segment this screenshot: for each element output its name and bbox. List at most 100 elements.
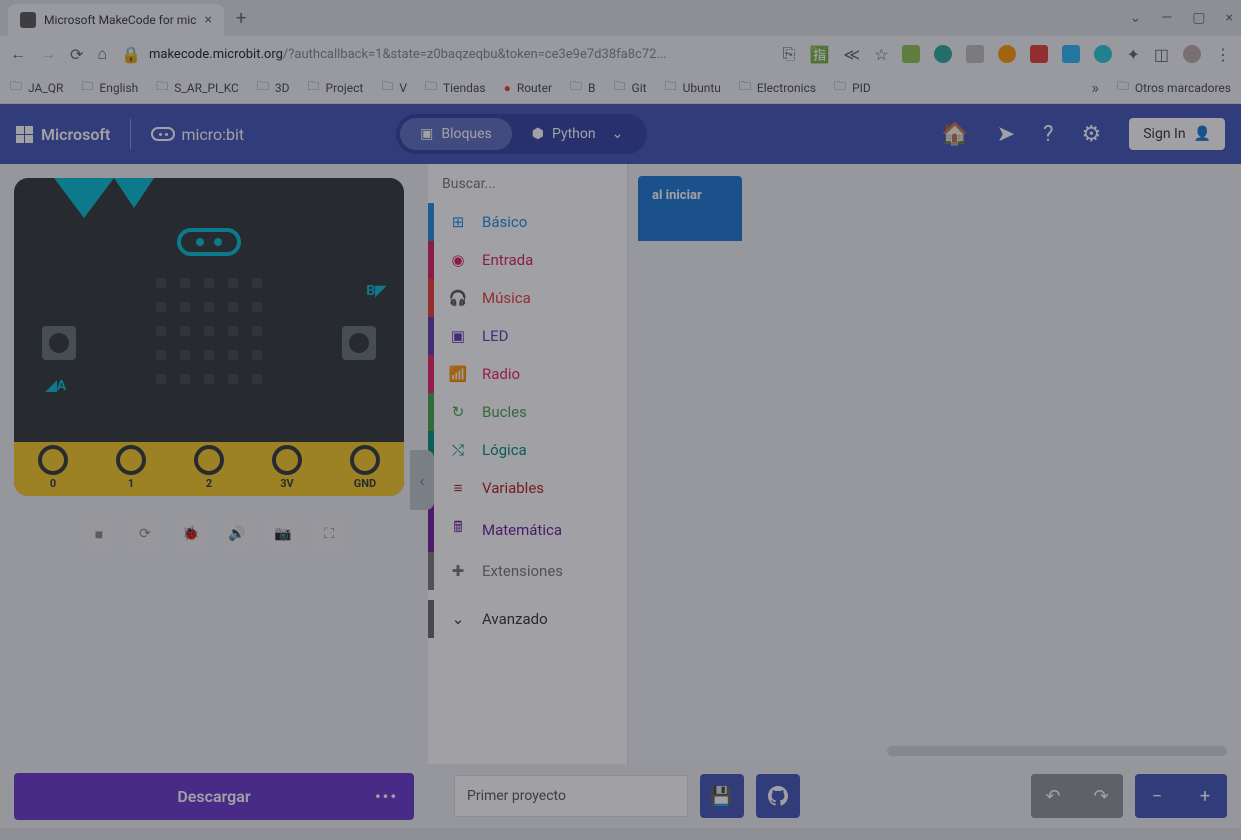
undo-button[interactable]: ↶ bbox=[1031, 774, 1075, 818]
side-panel-icon[interactable]: ◫ bbox=[1154, 45, 1169, 64]
help-icon[interactable]: ? bbox=[1043, 122, 1053, 147]
browser-tab-strip: Microsoft MakeCode for mic × + ⌄ — ▢ × bbox=[0, 0, 1241, 36]
bookmark-b[interactable]: 🗀B bbox=[570, 77, 596, 98]
pin-0[interactable]: 0 bbox=[38, 445, 68, 490]
download-button[interactable]: Descargar ••• bbox=[14, 773, 414, 820]
category-básico[interactable]: ⊞Básico bbox=[428, 203, 627, 241]
category-avanzado[interactable]: ⌄Avanzado bbox=[428, 600, 627, 638]
github-button[interactable] bbox=[756, 774, 800, 818]
bookmark-v[interactable]: 🗀V bbox=[381, 77, 407, 98]
share-icon[interactable]: ➤ bbox=[997, 122, 1015, 147]
category-entrada[interactable]: ◉Entrada bbox=[428, 241, 627, 279]
pin-3v[interactable]: 3V bbox=[272, 445, 302, 490]
pin-1[interactable]: 1 bbox=[116, 445, 146, 490]
fullscreen-icon[interactable]: ⛶ bbox=[313, 518, 345, 550]
forward-button[interactable]: → bbox=[40, 44, 56, 64]
pin-gnd[interactable]: GND bbox=[350, 445, 380, 490]
category-icon: ⤭ bbox=[448, 441, 468, 459]
category-radio[interactable]: 📶Radio bbox=[428, 355, 627, 393]
sound-icon[interactable]: 🔊 bbox=[221, 518, 253, 550]
sim-button-a[interactable] bbox=[42, 326, 76, 360]
bookmark-english[interactable]: 🗀English bbox=[81, 77, 138, 98]
bookmark-sarpikc[interactable]: 🗀S_AR_PI_KC bbox=[156, 77, 239, 98]
minimize-button[interactable]: — bbox=[1161, 10, 1172, 26]
category-label: Variables bbox=[482, 479, 544, 497]
ext-icon-1[interactable] bbox=[902, 45, 920, 63]
ext-icon-2[interactable] bbox=[934, 45, 952, 63]
led-grid bbox=[156, 278, 262, 384]
project-name-input[interactable] bbox=[454, 775, 688, 817]
bookmark-pid[interactable]: 🗀PID bbox=[834, 77, 871, 98]
microbit-logo[interactable]: micro:bit bbox=[151, 125, 244, 144]
category-bucles[interactable]: ↻Bucles bbox=[428, 393, 627, 431]
bookmarks-overflow-icon[interactable]: » bbox=[1091, 78, 1099, 97]
url-box[interactable]: 🔒 makecode.microbit.org/?authcallback=1&… bbox=[121, 45, 769, 64]
other-bookmarks[interactable]: 🗀Otros marcadores bbox=[1117, 77, 1231, 98]
zoom-in-button[interactable]: + bbox=[1183, 774, 1227, 818]
profile-avatar[interactable] bbox=[1183, 45, 1201, 63]
folder-icon: 🗀 bbox=[381, 77, 393, 98]
bookmark-ubuntu[interactable]: 🗀Ubuntu bbox=[665, 77, 721, 98]
new-tab-button[interactable]: + bbox=[236, 8, 246, 29]
reload-button[interactable]: ⟳ bbox=[70, 45, 83, 64]
category-extensiones[interactable]: ✚Extensiones bbox=[428, 552, 627, 590]
snapshot-icon[interactable]: 📷 bbox=[267, 518, 299, 550]
save-button[interactable]: 💾 bbox=[700, 774, 744, 818]
microsoft-logo[interactable]: Microsoft bbox=[16, 125, 110, 144]
bookmark-electronics[interactable]: 🗀Electronics bbox=[739, 77, 816, 98]
search-input[interactable] bbox=[442, 176, 620, 192]
stop-icon[interactable]: ■ bbox=[83, 518, 115, 550]
workspace[interactable]: al iniciar bbox=[628, 164, 1241, 764]
bookmark-project[interactable]: 🗀Project bbox=[308, 77, 364, 98]
extensions-puzzle-icon[interactable]: ✦ bbox=[1126, 45, 1139, 64]
floating-number: 1 bbox=[615, 250, 629, 278]
sim-button-b[interactable] bbox=[342, 326, 376, 360]
ext-icon-3[interactable] bbox=[966, 45, 984, 63]
debug-icon[interactable]: 🐞 bbox=[175, 518, 207, 550]
signin-button[interactable]: Sign In 👤 bbox=[1129, 118, 1225, 150]
ext-icon-4[interactable] bbox=[998, 45, 1016, 63]
restart-icon[interactable]: ⟳ bbox=[129, 518, 161, 550]
category-variables[interactable]: ≡Variables bbox=[428, 469, 627, 507]
category-led[interactable]: ▣LED bbox=[428, 317, 627, 355]
close-window-button[interactable]: × bbox=[1226, 10, 1233, 26]
home-button[interactable]: ⌂ bbox=[97, 44, 107, 64]
tab-close-icon[interactable]: × bbox=[204, 12, 211, 28]
collapse-simulator-handle[interactable]: ‹ bbox=[410, 450, 434, 510]
bookmark-ja-qr[interactable]: 🗀JA_QR bbox=[10, 77, 63, 98]
category-matemática[interactable]: 🖩Matemática bbox=[428, 507, 627, 552]
back-button[interactable]: ← bbox=[10, 44, 26, 64]
ext-icon-5[interactable] bbox=[1030, 45, 1048, 63]
download-menu-icon[interactable]: ••• bbox=[375, 787, 398, 806]
zoom-out-button[interactable]: − bbox=[1135, 774, 1179, 818]
on-start-block[interactable]: al iniciar bbox=[638, 176, 742, 241]
settings-gear-icon[interactable]: ⚙ bbox=[1082, 122, 1102, 147]
category-icon: 📶 bbox=[448, 365, 468, 383]
install-icon[interactable]: ⎘ bbox=[783, 44, 796, 64]
python-toggle-button[interactable]: ⬢ Python ⌄ bbox=[512, 118, 644, 150]
maximize-button[interactable]: ▢ bbox=[1192, 10, 1205, 26]
chevron-down-icon: ⌄ bbox=[612, 126, 624, 142]
pin-2[interactable]: 2 bbox=[194, 445, 224, 490]
translate-icon[interactable]: 🈯 bbox=[809, 45, 829, 64]
bookmark-git[interactable]: 🗀Git bbox=[614, 77, 647, 98]
bookmark-tiendas[interactable]: 🗀Tiendas bbox=[425, 77, 486, 98]
star-icon[interactable]: ☆ bbox=[874, 45, 888, 64]
category-icon: ⊞ bbox=[448, 213, 468, 231]
ext-icon-7[interactable] bbox=[1094, 45, 1112, 63]
chrome-menu-icon[interactable]: ⋮ bbox=[1215, 45, 1231, 64]
category-música[interactable]: 🎧Música bbox=[428, 279, 627, 317]
horizontal-scrollbar[interactable] bbox=[887, 746, 1227, 756]
browser-tab[interactable]: Microsoft MakeCode for mic × bbox=[8, 4, 224, 36]
microbit-simulator[interactable]: ◢A B◤ 0 1 2 3V GND bbox=[14, 178, 404, 496]
dropdown-icon[interactable]: ⌄ bbox=[1130, 10, 1142, 26]
blocks-toggle-button[interactable]: ▣ Bloques bbox=[400, 118, 512, 150]
bookmark-router[interactable]: ●Router bbox=[504, 81, 552, 95]
bookmark-3d[interactable]: 🗀3D bbox=[257, 77, 290, 98]
redo-button[interactable]: ↷ bbox=[1079, 774, 1123, 818]
bottom-bar: Descargar ••• 💾 ↶ ↷ − + bbox=[0, 764, 1241, 828]
home-icon[interactable]: 🏠 bbox=[941, 122, 968, 147]
ext-icon-6[interactable] bbox=[1062, 45, 1080, 63]
category-lógica[interactable]: ⤭Lógica bbox=[428, 431, 627, 469]
share-page-icon[interactable]: ≪ bbox=[843, 45, 860, 64]
